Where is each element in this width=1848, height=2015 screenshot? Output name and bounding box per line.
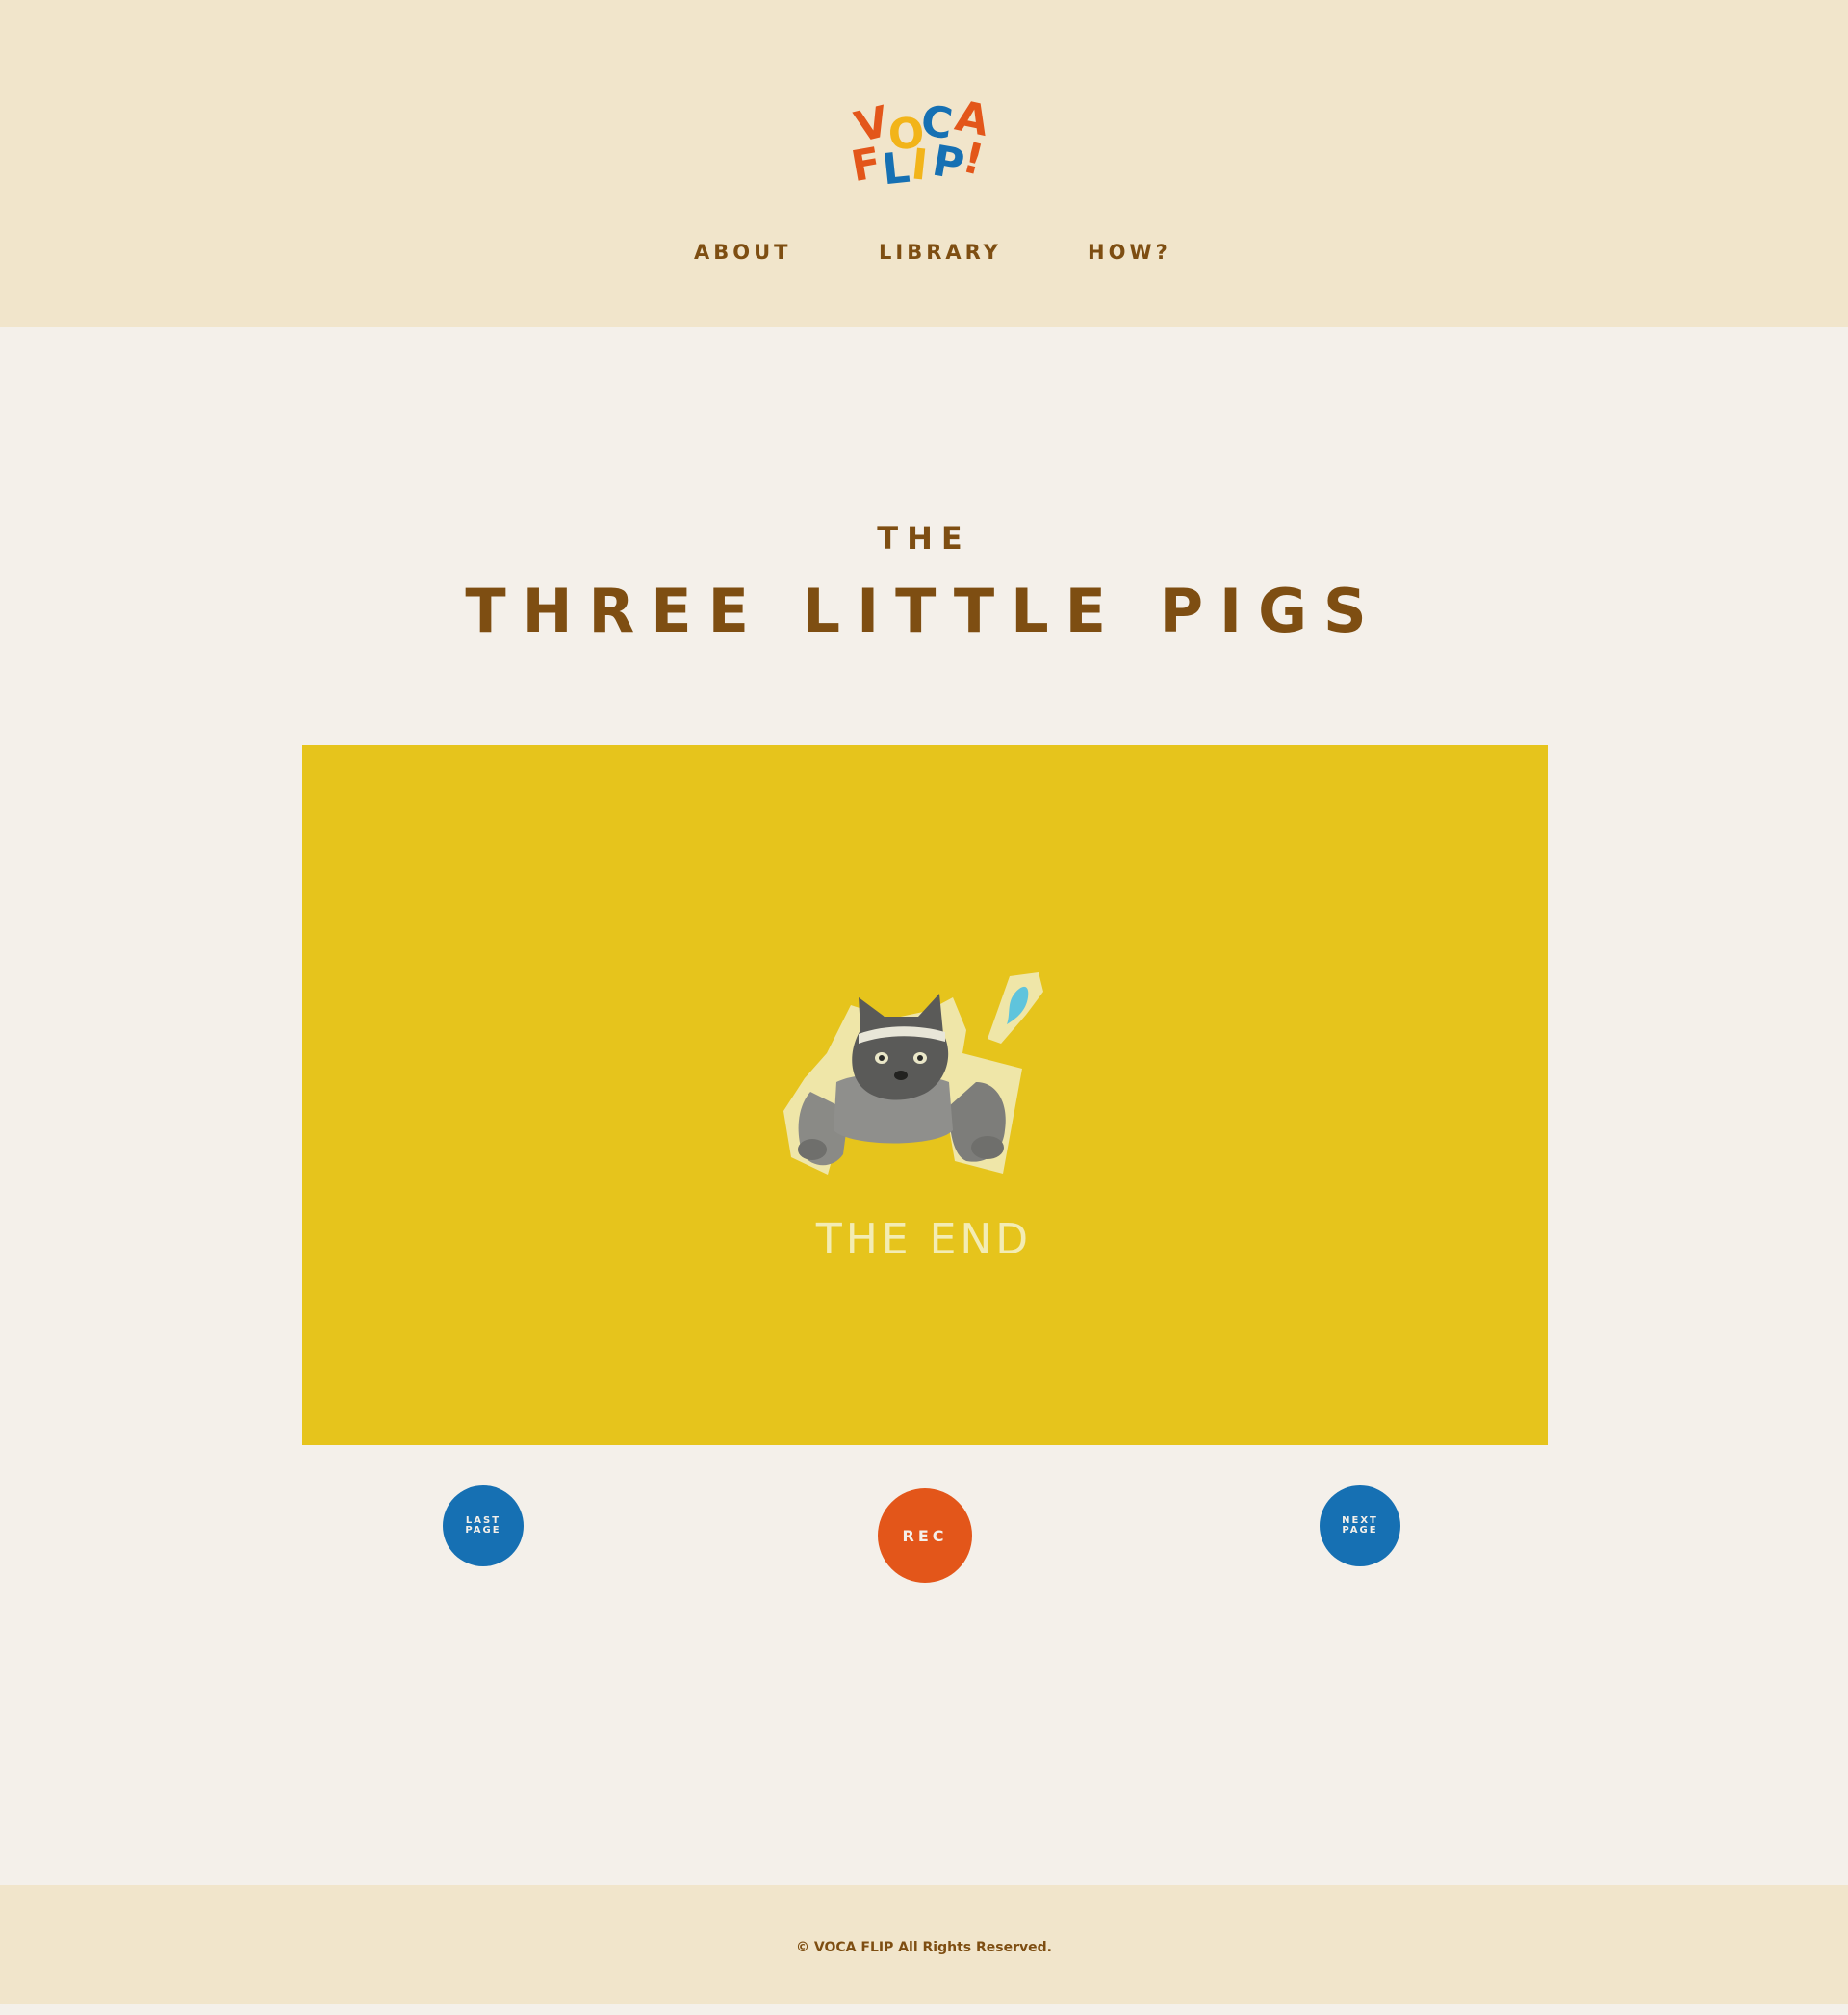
page-text: THE END xyxy=(815,1215,1033,1264)
logo-letter: L xyxy=(880,142,912,195)
nav-about[interactable]: ABOUT xyxy=(694,241,792,264)
site-header: V O C A F L I P ! ABOUT LIBRARY HOW? xyxy=(0,0,1848,327)
logo-letter: I xyxy=(909,140,931,191)
nav-how[interactable]: HOW? xyxy=(1088,241,1171,264)
record-label: REC xyxy=(902,1526,948,1545)
next-page-label-line2: PAGE xyxy=(1342,1525,1378,1536)
main-nav: ABOUT LIBRARY HOW? xyxy=(0,241,1848,270)
nav-library[interactable]: LIBRARY xyxy=(879,241,1002,264)
story-page-illustration xyxy=(302,745,1548,1445)
record-button[interactable]: REC xyxy=(878,1488,972,1583)
voca-flip-logo[interactable]: V O C A F L I P ! xyxy=(848,91,996,195)
next-page-button[interactable]: NEXT PAGE xyxy=(1320,1485,1400,1566)
story-title-prefix: THE xyxy=(877,520,971,556)
last-page-label-line2: PAGE xyxy=(465,1525,501,1536)
story-title: THREE LITTLE PIGS xyxy=(465,576,1383,646)
logo-letter: F xyxy=(847,138,886,193)
last-page-button[interactable]: LAST PAGE xyxy=(443,1485,524,1566)
copyright-text: © VOCA FLIP All Rights Reserved. xyxy=(796,1940,1052,1955)
wolf-illustration xyxy=(783,972,1043,1175)
